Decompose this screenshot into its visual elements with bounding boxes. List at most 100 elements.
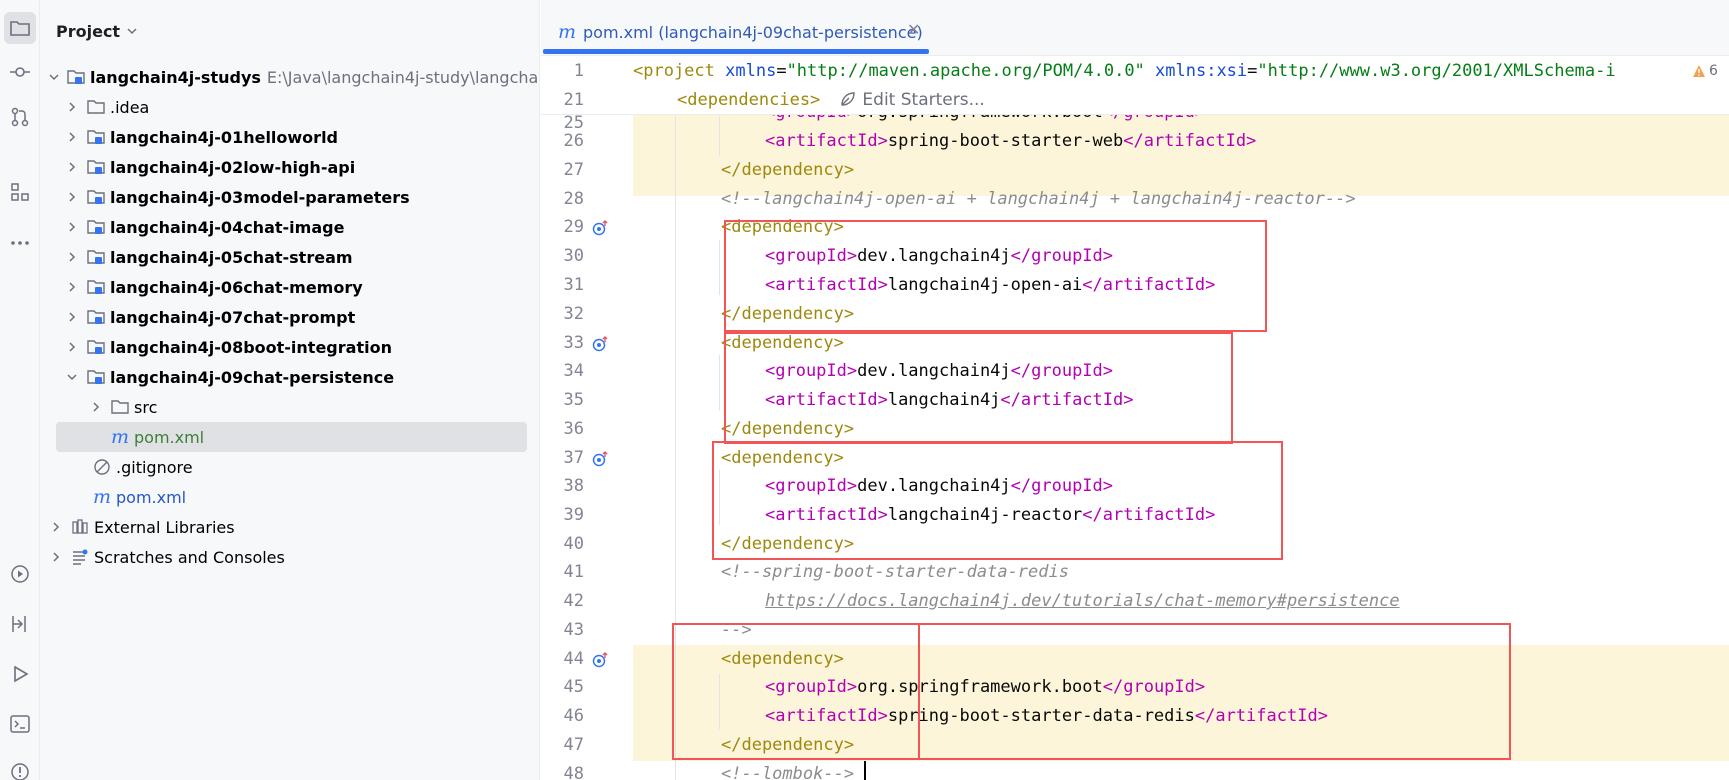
- dependency-gutter-icon[interactable]: [591, 335, 611, 353]
- chevron-right-icon[interactable]: [48, 549, 64, 565]
- tree-item-module[interactable]: langchain4j-02low-high-api: [40, 152, 539, 182]
- tree-item-module[interactable]: langchain4j-06chat-memory: [40, 272, 539, 302]
- line-number: 30: [563, 246, 584, 266]
- editor-tab-bar: m pom.xml (langchain4j-09chat-persistenc…: [541, 0, 1729, 56]
- panel-title: Project: [56, 21, 121, 41]
- tree-item-idea[interactable]: .idea: [40, 92, 539, 122]
- chevron-right-icon[interactable]: [64, 339, 80, 355]
- module-folder-icon: [86, 368, 106, 386]
- build-icon: [12, 616, 26, 632]
- code-punct: =: [1247, 61, 1258, 81]
- line-number: 43: [563, 620, 584, 640]
- edit-starters-link[interactable]: Edit Starters...: [839, 90, 985, 110]
- build-tool-button[interactable]: [4, 608, 36, 640]
- chevron-right-icon[interactable]: [64, 129, 80, 145]
- maven-icon: m: [110, 426, 130, 448]
- tree-item-module[interactable]: langchain4j-05chat-stream: [40, 242, 539, 272]
- code-comment: <!--lombok-->: [721, 764, 855, 780]
- problems-tool-button[interactable]: [4, 756, 36, 780]
- tree-item-gitignore[interactable]: .gitignore: [40, 452, 539, 482]
- chevron-right-icon[interactable]: [64, 189, 80, 205]
- project-panel-header[interactable]: Project: [56, 18, 138, 44]
- more-tools-button[interactable]: [4, 227, 36, 259]
- terminal-tool-button[interactable]: [4, 708, 36, 740]
- module-folder-icon: [86, 188, 106, 206]
- module-folder-icon: [86, 248, 106, 266]
- dependency-gutter-icon[interactable]: [591, 219, 611, 237]
- tree-item-pom[interactable]: m pom.xml: [40, 482, 539, 512]
- tree-item-module[interactable]: langchain4j-07chat-prompt: [40, 302, 539, 332]
- tree-item-label: langchain4j-07chat-prompt: [110, 307, 356, 327]
- chevron-right-icon[interactable]: [88, 399, 104, 415]
- tree-item-scratches[interactable]: Scratches and Consoles: [40, 542, 539, 572]
- pull-requests-tool-button[interactable]: [4, 101, 36, 133]
- terminal-icon: [10, 715, 30, 733]
- chevron-right-icon[interactable]: [64, 219, 80, 235]
- folder-icon: [10, 21, 30, 36]
- chevron-right-icon[interactable]: [64, 159, 80, 175]
- inspection-widget[interactable]: 6: [1692, 63, 1718, 79]
- line-number: 39: [563, 505, 584, 525]
- chevron-right-icon[interactable]: [64, 309, 80, 325]
- module-folder-icon: [86, 218, 106, 236]
- activity-bar: [0, 0, 40, 780]
- line-number: 1: [573, 61, 584, 81]
- more-icon: [11, 241, 29, 245]
- tree-item-pom-selected[interactable]: m pom.xml: [56, 422, 527, 452]
- chevron-down-icon[interactable]: [64, 369, 80, 385]
- structure-icon: [11, 183, 29, 201]
- structure-tool-button[interactable]: [4, 176, 36, 208]
- tree-item-src[interactable]: src: [40, 392, 539, 422]
- scratches-icon: [70, 548, 90, 566]
- tree-item-root[interactable]: langchain4j-studys E:\Java\langchain4j-s…: [40, 62, 539, 92]
- chevron-right-icon[interactable]: [64, 99, 80, 115]
- chevron-down-icon[interactable]: [48, 69, 60, 85]
- tree-item-label: langchain4j-04chat-image: [110, 217, 345, 237]
- dependency-gutter-icon[interactable]: [591, 450, 611, 468]
- maven-icon: m: [92, 486, 112, 508]
- line-number: 33: [563, 333, 584, 353]
- comment-link[interactable]: https://docs.langchain4j.dev/tutorials/c…: [765, 591, 1400, 611]
- edit-starters-label: Edit Starters...: [862, 90, 985, 110]
- dependency-gutter-icon[interactable]: [591, 651, 611, 669]
- close-icon[interactable]: ✕: [907, 20, 920, 39]
- tree-item-module[interactable]: langchain4j-08boot-integration: [40, 332, 539, 362]
- tree-item-label: .idea: [110, 97, 150, 117]
- module-folder-icon: [86, 128, 106, 146]
- chevron-right-icon[interactable]: [64, 279, 80, 295]
- tree-item-path: E:\Java\langchain4j-study\langchain4j-st…: [266, 67, 539, 87]
- tree-item-module[interactable]: langchain4j-04chat-image: [40, 212, 539, 242]
- code-tag: <project: [633, 61, 715, 81]
- run-icon: [14, 665, 29, 683]
- services-tool-button[interactable]: [4, 558, 36, 590]
- chevron-right-icon[interactable]: [48, 519, 64, 535]
- tree-item-label: langchain4j-06chat-memory: [110, 277, 363, 297]
- code-comment: <!--spring-boot-starter-data-redis: [721, 562, 1069, 582]
- tree-item-label: Scratches and Consoles: [94, 547, 285, 567]
- tree-item-module[interactable]: langchain4j-01helloworld: [40, 122, 539, 152]
- tree-item-module[interactable]: langchain4j-09chat-persistence: [40, 362, 539, 392]
- project-tool-button[interactable]: [4, 12, 36, 44]
- folder-icon: [86, 98, 106, 116]
- line-number: 31: [563, 275, 584, 295]
- tree-item-label: External Libraries: [94, 517, 235, 537]
- tree-item-label: .gitignore: [116, 457, 193, 477]
- maven-icon: m: [557, 21, 577, 43]
- run-tool-button[interactable]: [4, 658, 36, 690]
- line-number: 36: [563, 419, 584, 439]
- warning-count: 6: [1709, 63, 1718, 79]
- line-number: 35: [563, 390, 584, 410]
- tree-item-external-libraries[interactable]: External Libraries: [40, 512, 539, 542]
- tree-item-label: langchain4j-01helloworld: [110, 127, 338, 147]
- spring-leaf-icon: [841, 92, 855, 106]
- line-number: 25: [563, 113, 584, 133]
- tree-item-label: langchain4j-studys: [90, 67, 261, 87]
- tree-item-label: pom.xml: [116, 487, 187, 507]
- commit-tool-button[interactable]: [4, 56, 36, 88]
- tree-item-label: langchain4j-02low-high-api: [110, 157, 356, 177]
- tree-item-module[interactable]: langchain4j-03model-parameters: [40, 182, 539, 212]
- indent-guide: [719, 355, 720, 410]
- folder-icon: [110, 398, 130, 416]
- line-number: 44: [563, 649, 584, 669]
- chevron-right-icon[interactable]: [64, 249, 80, 265]
